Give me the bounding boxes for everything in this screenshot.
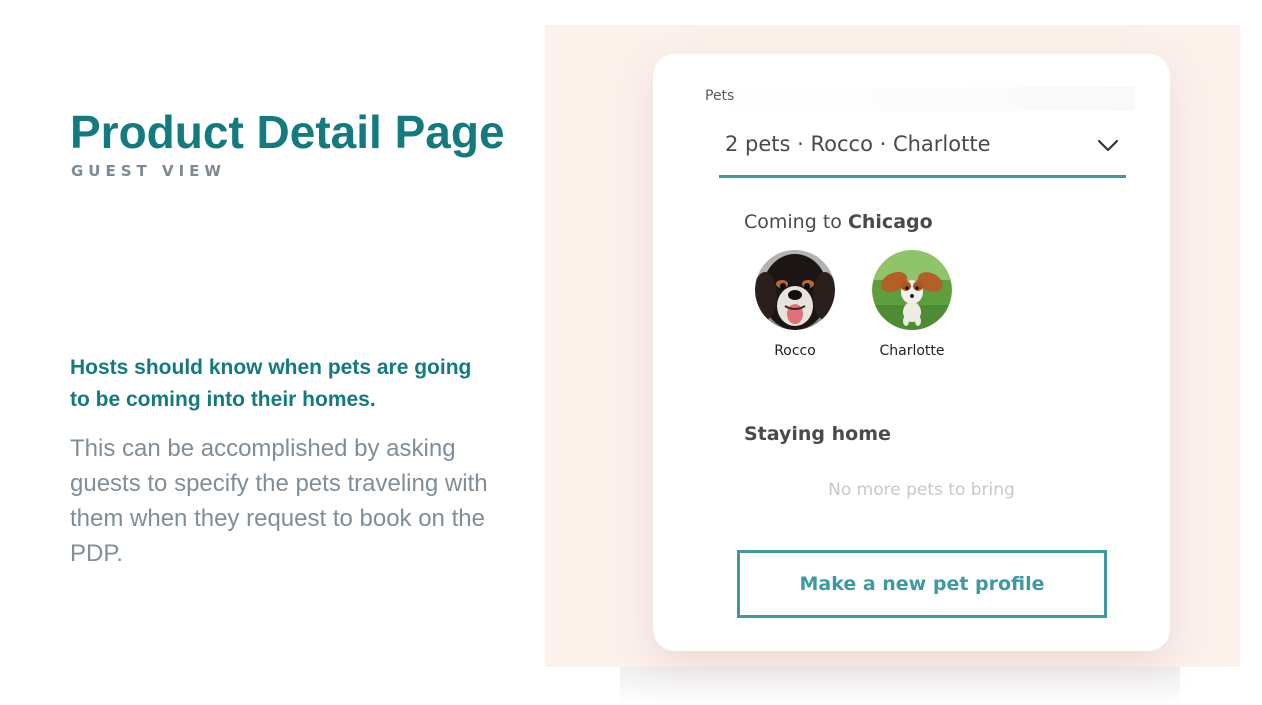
dog-avatar-rocco	[755, 250, 835, 330]
page-subtitle: GUEST VIEW	[71, 162, 226, 180]
destination-city: Chicago	[847, 211, 933, 233]
staying-heading: Staying home	[744, 423, 891, 445]
pets-select[interactable]: 2 pets · Rocco · Charlotte	[719, 126, 1126, 178]
chevron-down-icon	[1097, 139, 1119, 152]
pet-item-charlotte[interactable]: Charlotte	[862, 250, 962, 359]
page-title: Product Detail Page	[70, 106, 505, 158]
coming-prefix: Coming to	[744, 211, 842, 233]
staying-heading-label: Staying home	[744, 423, 891, 445]
pet-name: Rocco	[774, 343, 816, 359]
pet-name: Charlotte	[879, 343, 945, 359]
pets-field-label: Pets	[705, 87, 1135, 111]
staying-empty-note: No more pets to bring	[828, 480, 1015, 500]
new-pet-profile-button[interactable]: Make a new pet profile	[737, 550, 1107, 618]
pets-card: Pets 2 pets · Rocco · Charlotte Coming t…	[653, 54, 1170, 651]
lead-paragraph: Hosts should know when pets are going to…	[70, 356, 472, 411]
panel-shadow	[620, 667, 1180, 705]
body-paragraph: This can be accomplished by asking guest…	[70, 435, 488, 567]
pets-select-value: 2 pets · Rocco · Charlotte	[725, 132, 991, 156]
coming-heading: Coming to Chicago	[744, 211, 933, 233]
pet-item-rocco[interactable]: Rocco	[745, 250, 845, 359]
dog-avatar-charlotte	[872, 250, 952, 330]
